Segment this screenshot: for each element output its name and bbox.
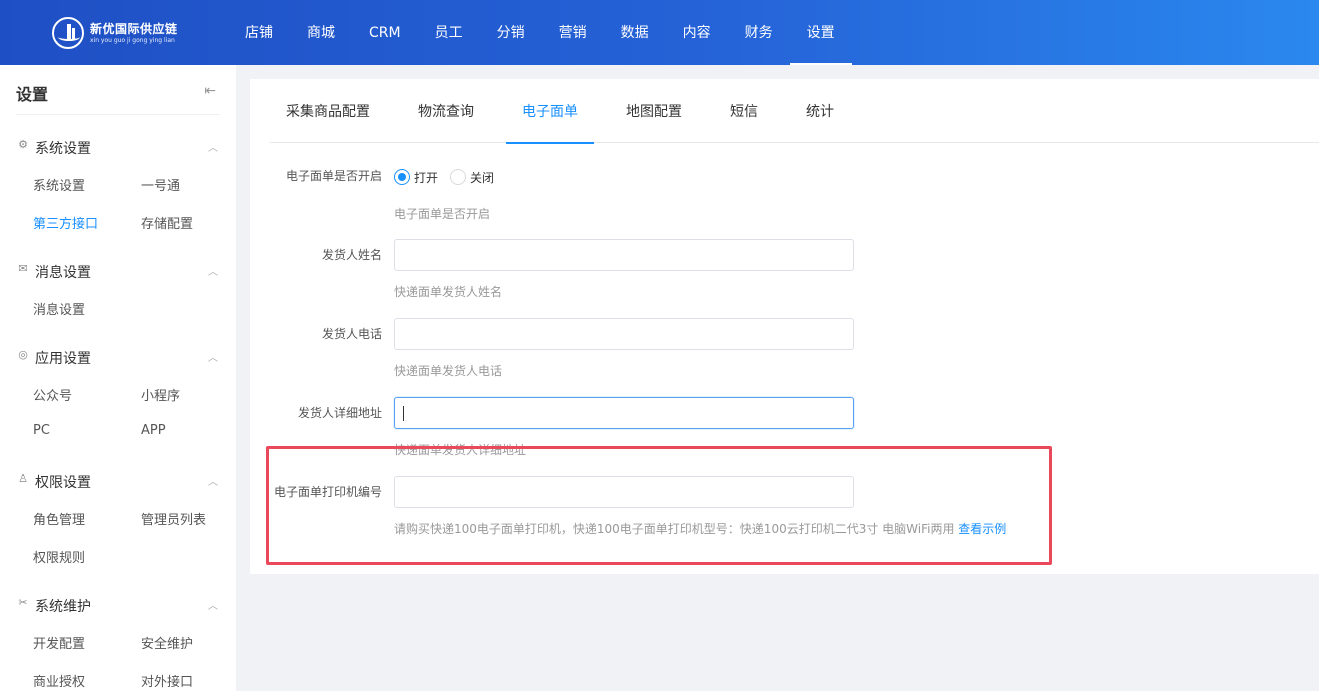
sidebar-group-message[interactable]: ✉ 消息设置 ︿ — [16, 259, 220, 283]
settings-tabs: 采集商品配置 物流查询 电子面单 地图配置 短信 统计 — [270, 79, 1319, 144]
sidebar-item-dev-config[interactable]: 开发配置 — [33, 633, 85, 652]
message-icon: ✉ — [18, 262, 28, 275]
enable-radio-off[interactable]: 关闭 — [450, 169, 494, 186]
printer-no-help-text: 请购买快递100电子面单打印机，快递100电子面单打印机型号：快递100云打印机… — [394, 522, 955, 536]
sidebar-item-license[interactable]: 商业授权 — [33, 671, 85, 690]
sidebar-group-label: 消息设置 — [35, 265, 91, 281]
brand-subtitle: xin you guo ji gong ying lian — [90, 36, 175, 44]
nav-item-crm[interactable]: CRM — [352, 0, 418, 65]
sidebar-item-one-pass[interactable]: 一号通 — [141, 175, 180, 194]
sidebar-item-message-settings[interactable]: 消息设置 — [33, 299, 85, 318]
sidebar-item-official-account[interactable]: 公众号 — [33, 385, 72, 404]
chevron-up-icon: ︿ — [208, 477, 218, 488]
nav-item-data[interactable]: 数据 — [604, 0, 666, 65]
sidebar-group-label: 系统维护 — [35, 599, 91, 615]
tab-map-config[interactable]: 地图配置 — [626, 79, 682, 143]
printer-no-help: 请购买快递100电子面单打印机，快递100电子面单打印机型号：快递100云打印机… — [394, 520, 1006, 537]
sidebar-group-system[interactable]: ⚙ 系统设置 ︿ — [16, 135, 220, 159]
user-icon: ♙ — [18, 472, 28, 485]
enable-radio-group: 打开 关闭 — [394, 168, 506, 186]
top-navbar: 新优国际供应链 xin you guo ji gong ying lian 店铺… — [0, 0, 1319, 65]
radio-label: 关闭 — [470, 170, 495, 185]
tools-icon: ✂ — [18, 596, 28, 609]
sender-address-help: 快递面单发货人详细地址 — [394, 443, 527, 457]
sidebar-item-external-api[interactable]: 对外接口 — [141, 671, 193, 690]
gear-icon: ⚙ — [18, 138, 28, 151]
sender-name-input[interactable] — [394, 239, 854, 271]
sidebar-item-roles[interactable]: 角色管理 — [33, 509, 85, 528]
sender-name-label: 发货人姓名 — [321, 248, 382, 262]
sidebar-item-app[interactable]: APP — [141, 423, 166, 438]
sidebar-group-maintenance[interactable]: ✂ 系统维护 ︿ — [16, 593, 220, 617]
text-caret — [403, 406, 404, 421]
logo-icon — [52, 17, 84, 49]
enable-radio-on[interactable]: 打开 — [394, 169, 438, 186]
sidebar-group-permissions[interactable]: ♙ 权限设置 ︿ — [16, 469, 220, 493]
chevron-up-icon: ︿ — [208, 267, 218, 278]
enable-help: 电子面单是否开启 — [394, 207, 491, 221]
enable-label: 电子面单是否开启 — [285, 169, 382, 183]
sidebar-item-system-settings[interactable]: 系统设置 — [33, 175, 85, 194]
tab-sms[interactable]: 短信 — [730, 79, 758, 143]
sender-phone-help: 快递面单发货人电话 — [394, 364, 503, 378]
nav-item-settings[interactable]: 设置 — [789, 0, 852, 65]
view-example-link[interactable]: 查看示例 — [958, 522, 1006, 536]
radio-checked-icon — [394, 169, 410, 185]
sidebar: 设置 ⇤ ⚙ 系统设置 ︿ 系统设置 一号通 第三方接口 存储配置 ✉ 消息设置… — [0, 65, 236, 691]
tab-statistics[interactable]: 统计 — [806, 79, 834, 143]
main-nav: 店铺 商城 CRM 员工 分销 营销 数据 内容 财务 设置 — [228, 0, 852, 65]
sender-phone-input[interactable] — [394, 318, 854, 350]
chevron-up-icon: ︿ — [208, 353, 218, 364]
sidebar-group-label: 权限设置 — [35, 475, 91, 491]
sidebar-group-apps[interactable]: ◎ 应用设置 ︿ — [16, 345, 220, 369]
collapse-left-icon[interactable]: ⇤ — [204, 83, 216, 99]
sidebar-group-label: 应用设置 — [35, 351, 91, 367]
sidebar-item-permission-rules[interactable]: 权限规则 — [33, 547, 85, 566]
sidebar-group-label: 系统设置 — [35, 141, 91, 157]
sender-address-input[interactable] — [394, 397, 854, 429]
sidebar-item-security[interactable]: 安全维护 — [141, 633, 193, 652]
chevron-up-icon: ︿ — [208, 601, 218, 612]
tab-electronic-waybill[interactable]: 电子面单 — [506, 79, 594, 144]
radio-label: 打开 — [414, 170, 439, 185]
sidebar-header: 设置 ⇤ — [16, 79, 220, 115]
sidebar-item-admin-list[interactable]: 管理员列表 — [141, 509, 206, 528]
settings-card: 采集商品配置 物流查询 电子面单 地图配置 短信 统计 电子面单是否开启 打开 … — [250, 79, 1319, 574]
sidebar-item-third-party-api[interactable]: 第三方接口 — [33, 213, 98, 232]
nav-item-staff[interactable]: 员工 — [418, 0, 480, 65]
tab-logistics-query[interactable]: 物流查询 — [418, 79, 474, 143]
radio-unchecked-icon — [450, 169, 467, 185]
sender-name-help: 快递面单发货人姓名 — [394, 285, 503, 299]
sidebar-title: 设置 — [16, 85, 49, 104]
nav-item-mall[interactable]: 商城 — [290, 0, 352, 65]
nav-item-finance[interactable]: 财务 — [728, 0, 790, 65]
brand-name: 新优国际供应链 — [90, 21, 178, 36]
sidebar-item-storage[interactable]: 存储配置 — [141, 213, 193, 232]
chevron-up-icon: ︿ — [208, 143, 218, 154]
brand-logo[interactable]: 新优国际供应链 xin you guo ji gong ying lian — [52, 16, 178, 50]
nav-item-marketing[interactable]: 营销 — [542, 0, 604, 65]
tab-collect-goods[interactable]: 采集商品配置 — [286, 79, 370, 143]
sender-phone-label: 发货人电话 — [321, 327, 382, 341]
printer-no-input[interactable] — [394, 476, 854, 508]
app-icon: ◎ — [18, 348, 28, 361]
nav-item-distribution[interactable]: 分销 — [480, 0, 542, 65]
sender-address-label: 发货人详细地址 — [297, 406, 382, 420]
nav-item-content[interactable]: 内容 — [666, 0, 728, 65]
nav-item-store[interactable]: 店铺 — [228, 0, 290, 65]
sidebar-item-mini-program[interactable]: 小程序 — [141, 385, 180, 404]
sidebar-item-pc[interactable]: PC — [33, 423, 50, 438]
printer-no-label: 电子面单打印机编号 — [273, 485, 382, 499]
